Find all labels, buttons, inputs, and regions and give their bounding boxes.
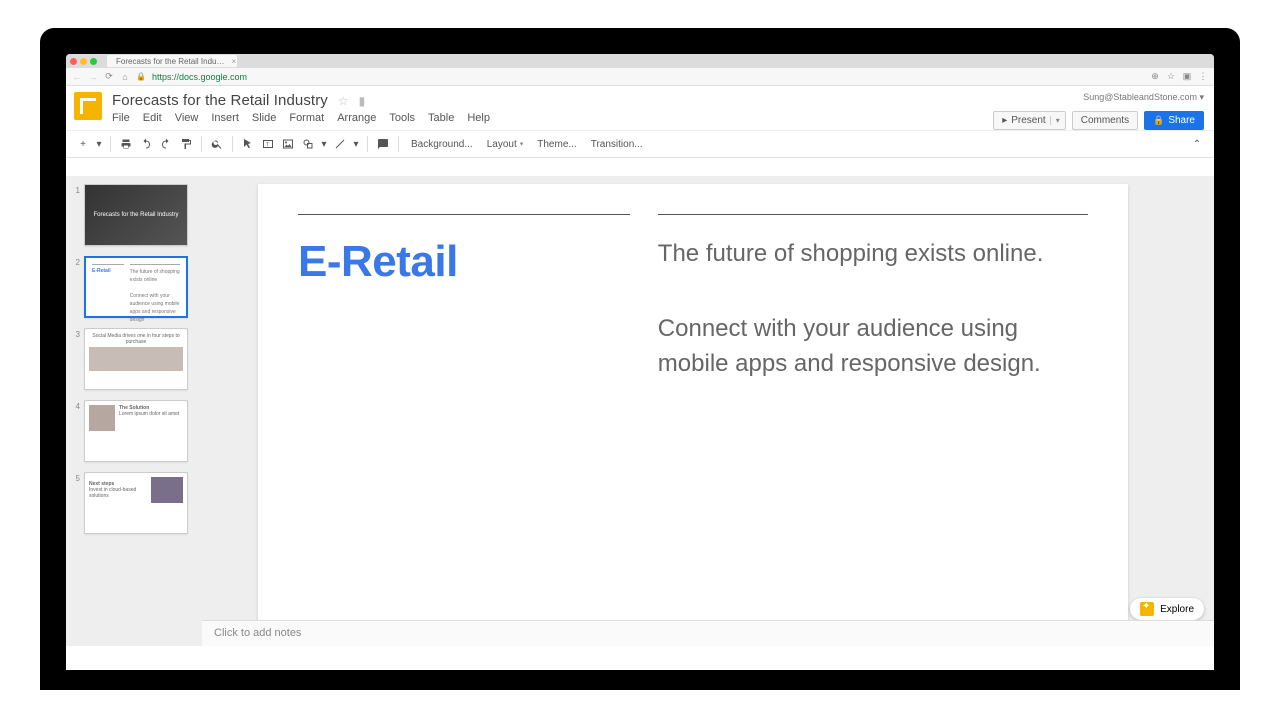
thumb-index: 2 <box>72 256 84 318</box>
back-icon[interactable]: ← <box>72 72 82 82</box>
comment-icon[interactable] <box>374 135 392 153</box>
menu-tools[interactable]: Tools <box>389 112 415 124</box>
menu-insert[interactable]: Insert <box>211 112 239 124</box>
document-title[interactable]: Forecasts for the Retail Industry <box>112 92 328 109</box>
present-icon: ▸ <box>1002 115 1007 126</box>
thumb-index: 3 <box>72 328 84 390</box>
account-label[interactable]: Sung@StableandStone.com ▾ <box>1083 92 1204 103</box>
explore-button[interactable]: Explore <box>1130 598 1204 620</box>
thumb-index: 1 <box>72 184 84 246</box>
url-text[interactable]: https://docs.google.com <box>152 72 247 82</box>
menu-table[interactable]: Table <box>428 112 454 124</box>
filmstrip[interactable]: 1 Forecasts for the Retail Industry 2 E-… <box>66 176 202 646</box>
app-header: Forecasts for the Retail Industry ☆ ▮ Fi… <box>66 86 1214 130</box>
new-slide-caret-icon[interactable]: ▾ <box>94 135 104 153</box>
background-button[interactable]: Background... <box>405 139 479 150</box>
lock-icon: 🔒 <box>1153 115 1164 126</box>
close-window-icon[interactable] <box>70 58 77 65</box>
laptop-frame: Forecasts for the Retail Indu… × ← → ⟳ ⌂… <box>40 28 1240 690</box>
browser-tab[interactable]: Forecasts for the Retail Indu… × <box>107 55 237 67</box>
thumb-5[interactable]: 5 Next stepsInvest in cloud-based soluti… <box>72 472 196 534</box>
menu-view[interactable]: View <box>175 112 199 124</box>
thumb-slide[interactable]: Social Media drives one in four steps to… <box>84 328 188 390</box>
present-caret-icon[interactable]: ▾ <box>1050 116 1065 125</box>
minimize-window-icon[interactable] <box>80 58 87 65</box>
layout-button[interactable]: Layout▾ <box>481 139 530 150</box>
screen: Forecasts for the Retail Indu… × ← → ⟳ ⌂… <box>66 54 1214 670</box>
menu-edit[interactable]: Edit <box>143 112 162 124</box>
slide-paragraph-2[interactable]: Connect with your audience using mobile … <box>658 312 1088 382</box>
thumb-slide[interactable]: Next stepsInvest in cloud-based solution… <box>84 472 188 534</box>
slide-title[interactable]: E-Retail <box>298 237 630 287</box>
star-icon[interactable]: ☆ <box>1166 71 1176 82</box>
slides-logo-icon[interactable] <box>74 92 102 120</box>
window-controls[interactable] <box>70 58 97 65</box>
forward-icon[interactable]: → <box>88 72 98 82</box>
undo-icon[interactable] <box>137 135 155 153</box>
share-button[interactable]: 🔒 Share <box>1144 111 1204 130</box>
print-icon[interactable] <box>117 135 135 153</box>
extension-icon[interactable]: ▣ <box>1182 71 1192 82</box>
star-doc-icon[interactable]: ☆ <box>338 94 349 108</box>
menu-help[interactable]: Help <box>467 112 490 124</box>
textbox-icon[interactable]: T <box>259 135 277 153</box>
comments-button[interactable]: Comments <box>1072 111 1138 130</box>
present-label: Present <box>1011 115 1045 126</box>
line-caret-icon[interactable]: ▾ <box>351 135 361 153</box>
zoom-icon[interactable] <box>208 135 226 153</box>
thumb-1[interactable]: 1 Forecasts for the Retail Industry <box>72 184 196 246</box>
thumb-slide[interactable]: The SolutionLorem ipsum dolor sit amet <box>84 400 188 462</box>
svg-text:T: T <box>266 142 269 148</box>
current-slide[interactable]: E-Retail The future of shopping exists o… <box>258 184 1128 646</box>
select-tool-icon[interactable] <box>239 135 257 153</box>
browser-menu-icon[interactable]: ⋮ <box>1198 71 1208 82</box>
share-label: Share <box>1168 115 1195 126</box>
browser-tab-strip: Forecasts for the Retail Indu… × <box>66 54 1214 68</box>
redo-icon[interactable] <box>157 135 175 153</box>
paint-format-icon[interactable] <box>177 135 195 153</box>
shape-icon[interactable] <box>299 135 317 153</box>
slides-app: Forecasts for the Retail Industry ☆ ▮ Fi… <box>66 86 1214 670</box>
zoom-icon[interactable]: ⊕ <box>1150 71 1160 82</box>
speaker-notes[interactable]: Click to add notes <box>202 620 1214 646</box>
thumb-slide-selected[interactable]: E-Retail The future of shopping exists o… <box>84 256 188 318</box>
theme-button[interactable]: Theme... <box>531 139 582 150</box>
menu-slide[interactable]: Slide <box>252 112 276 124</box>
close-tab-icon[interactable]: × <box>232 57 237 66</box>
thumb-3[interactable]: 3 Social Media drives one in four steps … <box>72 328 196 390</box>
line-icon[interactable] <box>331 135 349 153</box>
home-icon[interactable]: ⌂ <box>120 72 130 82</box>
menu-format[interactable]: Format <box>289 112 324 124</box>
maximize-window-icon[interactable] <box>90 58 97 65</box>
present-button[interactable]: ▸ Present ▾ <box>993 111 1066 130</box>
toolbar: + ▾ <box>66 130 1214 158</box>
canvas-area[interactable]: E-Retail The future of shopping exists o… <box>202 176 1214 646</box>
menu-bar: File Edit View Insert Slide Format Arran… <box>112 112 993 124</box>
shape-caret-icon[interactable]: ▾ <box>319 135 329 153</box>
menu-arrange[interactable]: Arrange <box>337 112 376 124</box>
thumb-index: 4 <box>72 400 84 462</box>
thumb-slide[interactable]: Forecasts for the Retail Industry <box>84 184 188 246</box>
explore-label: Explore <box>1160 604 1194 615</box>
editor-body: 1 Forecasts for the Retail Industry 2 E-… <box>66 176 1214 646</box>
browser-address-bar: ← → ⟳ ⌂ 🔒 https://docs.google.com ⊕ ☆ ▣ … <box>66 68 1214 86</box>
thumb-4[interactable]: 4 The SolutionLorem ipsum dolor sit amet <box>72 400 196 462</box>
new-slide-icon[interactable]: + <box>74 135 92 153</box>
image-icon[interactable] <box>279 135 297 153</box>
slide-paragraph-1[interactable]: The future of shopping exists online. <box>658 237 1088 272</box>
thumb-index: 5 <box>72 472 84 534</box>
reload-icon[interactable]: ⟳ <box>104 71 114 82</box>
move-folder-icon[interactable]: ▮ <box>359 94 366 108</box>
transition-button[interactable]: Transition... <box>585 139 649 150</box>
explore-icon <box>1140 602 1154 616</box>
menu-file[interactable]: File <box>112 112 130 124</box>
tab-title: Forecasts for the Retail Indu… <box>116 57 225 66</box>
secure-lock-icon: 🔒 <box>136 72 146 81</box>
thumb-2[interactable]: 2 E-Retail The future of shopping exists… <box>72 256 196 318</box>
collapse-toolbar-icon[interactable]: ⌃ <box>1188 135 1206 153</box>
